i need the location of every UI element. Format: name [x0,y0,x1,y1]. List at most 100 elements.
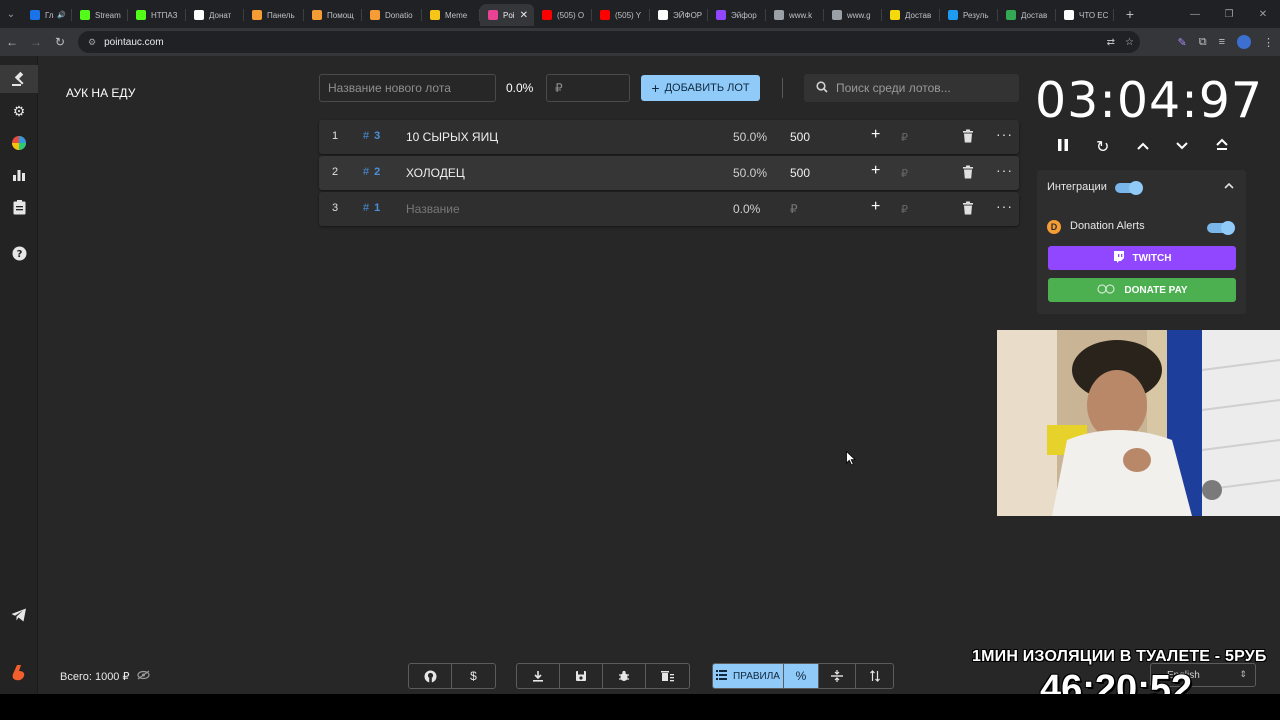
lot-index: 2 [332,166,339,178]
browser-tab[interactable]: Достав [882,4,940,26]
browser-tab[interactable]: www.g [824,4,882,26]
settings-gear-icon[interactable]: ⚙ [0,97,38,125]
delete-lot-trash-icon[interactable] [962,165,976,179]
lot-amount-input[interactable]: 500 [790,166,810,180]
add-amount-plus-icon[interactable]: + [871,162,880,180]
extension-pen-icon[interactable]: ✎ [1178,36,1187,49]
browser-tab[interactable]: Donatio [362,4,422,26]
integrations-toggle[interactable] [1115,181,1143,195]
lot-search[interactable] [804,74,1019,102]
profile-avatar[interactable] [1237,35,1251,49]
lot-name-input[interactable]: 10 СЫРЫХ ЯИЦ [406,130,498,144]
back-icon[interactable]: ← [0,28,24,56]
hide-total-icon[interactable] [137,670,151,683]
tab-audio-icon[interactable]: 🔊 [57,11,66,19]
donate-dollar-icon[interactable]: $ [452,664,495,688]
browser-tab[interactable]: Донат [186,4,244,26]
search-input[interactable] [836,81,1006,95]
tab-title: ЧТО ЕС [1079,10,1108,20]
lot-name-input[interactable]: Название [406,202,460,216]
add-amount-input[interactable]: ₽ [901,203,908,216]
media-icon[interactable]: ≡ [1219,36,1225,48]
close-tab-icon[interactable]: ✕ [520,10,528,21]
boosty-icon[interactable] [0,659,38,687]
twitch-button[interactable]: TWITCH [1048,246,1236,270]
site-info-icon[interactable]: ⚙ [88,37,96,48]
browser-tab[interactable]: НТПАЗ [128,4,186,26]
increase-time-icon[interactable] [1130,138,1156,156]
restart-icon[interactable]: ↻ [1090,137,1116,157]
telegram-icon[interactable] [0,601,38,629]
gavel-icon[interactable] [0,65,38,93]
compact-view-icon[interactable] [819,664,856,688]
maximize-icon[interactable]: ❐ [1212,9,1246,20]
browser-tab[interactable]: Stream [72,4,128,26]
rules-label: ПРАВИЛА [733,670,780,682]
lot-name-input[interactable]: ХОЛОДЕЦ [406,166,465,180]
clear-lots-icon[interactable] [646,664,689,688]
lot-more-menu-icon[interactable]: ··· [996,198,1013,214]
translate-icon[interactable]: ⇄ [1107,37,1115,48]
bug-report-icon[interactable] [603,664,646,688]
browser-tab[interactable]: Poi ✕ [480,4,534,26]
sort-icon[interactable] [856,664,893,688]
clipboard-history-icon[interactable] [0,193,38,221]
wheel-icon[interactable] [0,129,38,157]
lot-amount-input[interactable]: 500 [790,130,810,144]
donationalerts-icon [370,10,380,20]
browser-tab[interactable]: Резуль [940,4,998,26]
donate-pay-label: DONATE PAY [1124,284,1188,296]
new-tab-button[interactable]: + [1118,6,1142,22]
new-lot-amount-input[interactable] [546,74,630,102]
github-icon[interactable] [409,664,452,688]
tab-title: Достав [905,10,932,20]
bookmark-star-icon[interactable]: ☆ [1125,37,1134,48]
percent-toggle-button[interactable]: % [784,664,819,688]
reload-icon[interactable]: ↻ [48,28,72,56]
collapse-chevron-icon[interactable] [1224,180,1234,192]
browser-tab[interactable]: Помощ [304,4,362,26]
browser-tab[interactable]: Панель [244,4,304,26]
browser-tab[interactable]: (505) Y [592,4,650,26]
browser-tab[interactable]: (505) O [534,4,592,26]
delete-lot-trash-icon[interactable] [962,201,976,215]
browser-tab[interactable]: Глав🔊 [22,4,72,26]
address-bar[interactable]: ⚙ pointauc.com ⇄ ☆ [78,31,1140,53]
lot-amount-input[interactable]: ₽ [790,202,798,216]
forward-icon[interactable]: → [24,28,48,56]
donate-pay-icon [1096,283,1116,297]
add-amount-plus-icon[interactable]: + [871,126,880,144]
browser-tab[interactable]: Meme [422,4,480,26]
lot-more-menu-icon[interactable]: ··· [996,126,1013,142]
browser-tab[interactable]: ЭЙФОР [650,4,708,26]
browser-menu-icon[interactable]: ⋮ [1263,36,1274,49]
lot-more-menu-icon[interactable]: ··· [996,162,1013,178]
double-time-icon[interactable] [1209,138,1235,157]
rules-button[interactable]: ПРАВИЛА [713,664,784,688]
browser-tab[interactable]: ЧТО ЕС [1056,4,1114,26]
browser-tab[interactable]: Эйфор [708,4,766,26]
save-icon[interactable] [560,664,603,688]
tab-search-chevron-icon[interactable]: ⌄ [0,0,22,28]
download-icon[interactable] [517,664,560,688]
tab-title: (505) O [557,10,585,20]
decrease-time-icon[interactable] [1169,138,1195,156]
browser-tab[interactable]: www.k [766,4,824,26]
donate-pay-button[interactable]: DONATE PAY [1048,278,1236,302]
close-window-icon[interactable]: ✕ [1246,9,1280,20]
tab-title: Помощ [327,10,354,20]
add-lot-button[interactable]: + ДОБАВИТЬ ЛОТ [641,75,760,101]
statistics-chart-icon[interactable] [0,161,38,189]
add-amount-input[interactable]: ₽ [901,167,908,180]
donation-alerts-toggle[interactable] [1207,221,1235,235]
minimize-icon[interactable]: — [1178,9,1212,20]
extensions-puzzle-icon[interactable]: ⧉ [1199,36,1207,49]
browser-tab[interactable]: Достав [998,4,1056,26]
add-amount-plus-icon[interactable]: + [871,198,880,216]
pause-icon[interactable] [1050,138,1076,157]
delete-lot-trash-icon[interactable] [962,129,976,143]
plus-icon: + [651,80,660,96]
add-amount-input[interactable]: ₽ [901,131,908,144]
new-lot-name-input[interactable] [319,74,496,102]
help-icon[interactable]: ? [0,239,38,267]
